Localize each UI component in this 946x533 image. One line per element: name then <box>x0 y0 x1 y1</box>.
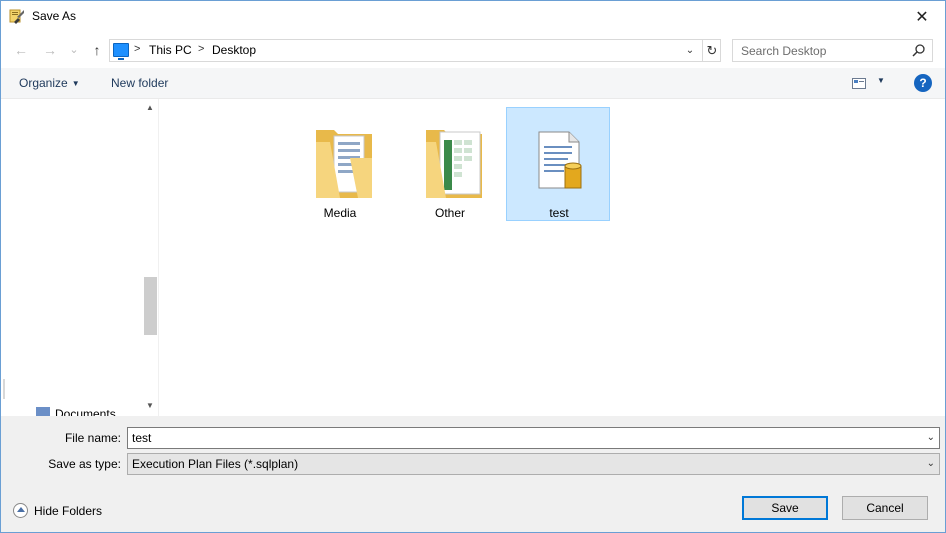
file-name-label: Other <box>434 206 465 220</box>
save-as-dialog: Save As ✕ ← → ⌄ ↑ > This PC > Desktop ⌄ … <box>0 0 946 533</box>
organize-menu[interactable]: Organize ▼ <box>19 76 80 90</box>
folder-with-spreadsheet-icon <box>426 130 482 198</box>
this-pc-icon <box>113 43 129 60</box>
back-arrow-icon[interactable]: ← <box>12 41 30 59</box>
title-bar: Save As ✕ <box>1 1 945 32</box>
collapse-up-icon <box>13 503 28 518</box>
close-icon: ✕ <box>915 8 929 26</box>
view-icon <box>852 78 866 89</box>
forward-arrow-icon[interactable]: → <box>41 41 59 59</box>
view-options-button[interactable]: ▼ <box>852 76 888 91</box>
close-button[interactable]: ✕ <box>899 1 945 32</box>
command-bar: Organize ▼ New folder ▼ ? <box>1 68 945 99</box>
new-folder-button[interactable]: New folder <box>111 76 168 90</box>
file-name-label: File name: <box>64 431 121 445</box>
file-name-dropdown-chevron-icon[interactable]: ⌄ <box>927 432 935 443</box>
scrollbar-thumb[interactable] <box>144 277 157 335</box>
help-icon[interactable]: ? <box>914 74 932 92</box>
cancel-button[interactable]: Cancel <box>842 496 928 520</box>
pane-edge <box>3 379 5 399</box>
hide-folders-button[interactable]: Hide Folders <box>13 503 102 518</box>
save-as-type-chevron-icon: ⌄ <box>926 458 935 469</box>
address-dropdown-chevron-icon[interactable]: ⌄ <box>683 43 697 59</box>
breadcrumb-this-pc[interactable]: This PC <box>149 43 192 57</box>
file-name-label: test <box>549 206 569 220</box>
breadcrumb-separator: > <box>134 43 141 55</box>
folder-with-documents-icon <box>316 130 372 198</box>
file-name-value: test <box>132 431 152 445</box>
navigation-bar: ← → ⌄ ↑ > This PC > Desktop ⌄ ↻ Search D… <box>1 32 945 68</box>
refresh-icon[interactable]: ↻ <box>702 40 721 61</box>
file-item-other[interactable]: Other <box>397 107 501 221</box>
scroll-down-arrow-icon[interactable]: ▼ <box>144 401 156 413</box>
file-name-label: Media <box>323 206 357 220</box>
file-item-test[interactable]: test <box>506 107 610 221</box>
recent-locations-chevron-icon[interactable]: ⌄ <box>65 41 83 59</box>
search-input[interactable]: Search Desktop <box>732 39 933 62</box>
save-button[interactable]: Save <box>742 496 828 520</box>
save-as-app-icon <box>9 9 24 24</box>
documents-icon <box>36 407 50 416</box>
search-placeholder: Search Desktop <box>741 44 827 58</box>
breadcrumb-desktop[interactable]: Desktop <box>212 43 256 57</box>
sqlplan-file-icon <box>538 131 582 189</box>
save-options-panel: File name: test ⌄ Save as type: Executio… <box>1 416 945 532</box>
save-as-type-value: Execution Plan Files (*.sqlplan) <box>132 457 299 471</box>
organize-caret-icon: ▼ <box>71 79 80 88</box>
file-item-media[interactable]: Media <box>287 107 391 221</box>
nav-item-documents[interactable]: Documents <box>55 407 116 416</box>
hide-folders-label: Hide Folders <box>34 504 103 518</box>
search-icon <box>912 44 925 57</box>
file-list[interactable]: Media Other test <box>159 99 945 416</box>
save-as-type-label: Save as type: <box>48 457 121 471</box>
window-title: Save As <box>32 9 77 23</box>
address-bar[interactable]: > This PC > Desktop ⌄ ↻ <box>109 39 721 62</box>
view-caret-icon: ▼ <box>877 76 885 85</box>
scroll-up-arrow-icon[interactable]: ▲ <box>144 103 156 115</box>
breadcrumb-separator: > <box>198 43 205 55</box>
up-arrow-icon[interactable]: ↑ <box>88 41 106 59</box>
file-name-field[interactable]: test ⌄ <box>127 427 940 449</box>
navigation-pane[interactable]: ▲ ▼ Documents <box>1 99 159 416</box>
organize-label: Organize <box>19 76 68 90</box>
save-as-type-select[interactable]: Execution Plan Files (*.sqlplan) ⌄ <box>127 453 940 475</box>
